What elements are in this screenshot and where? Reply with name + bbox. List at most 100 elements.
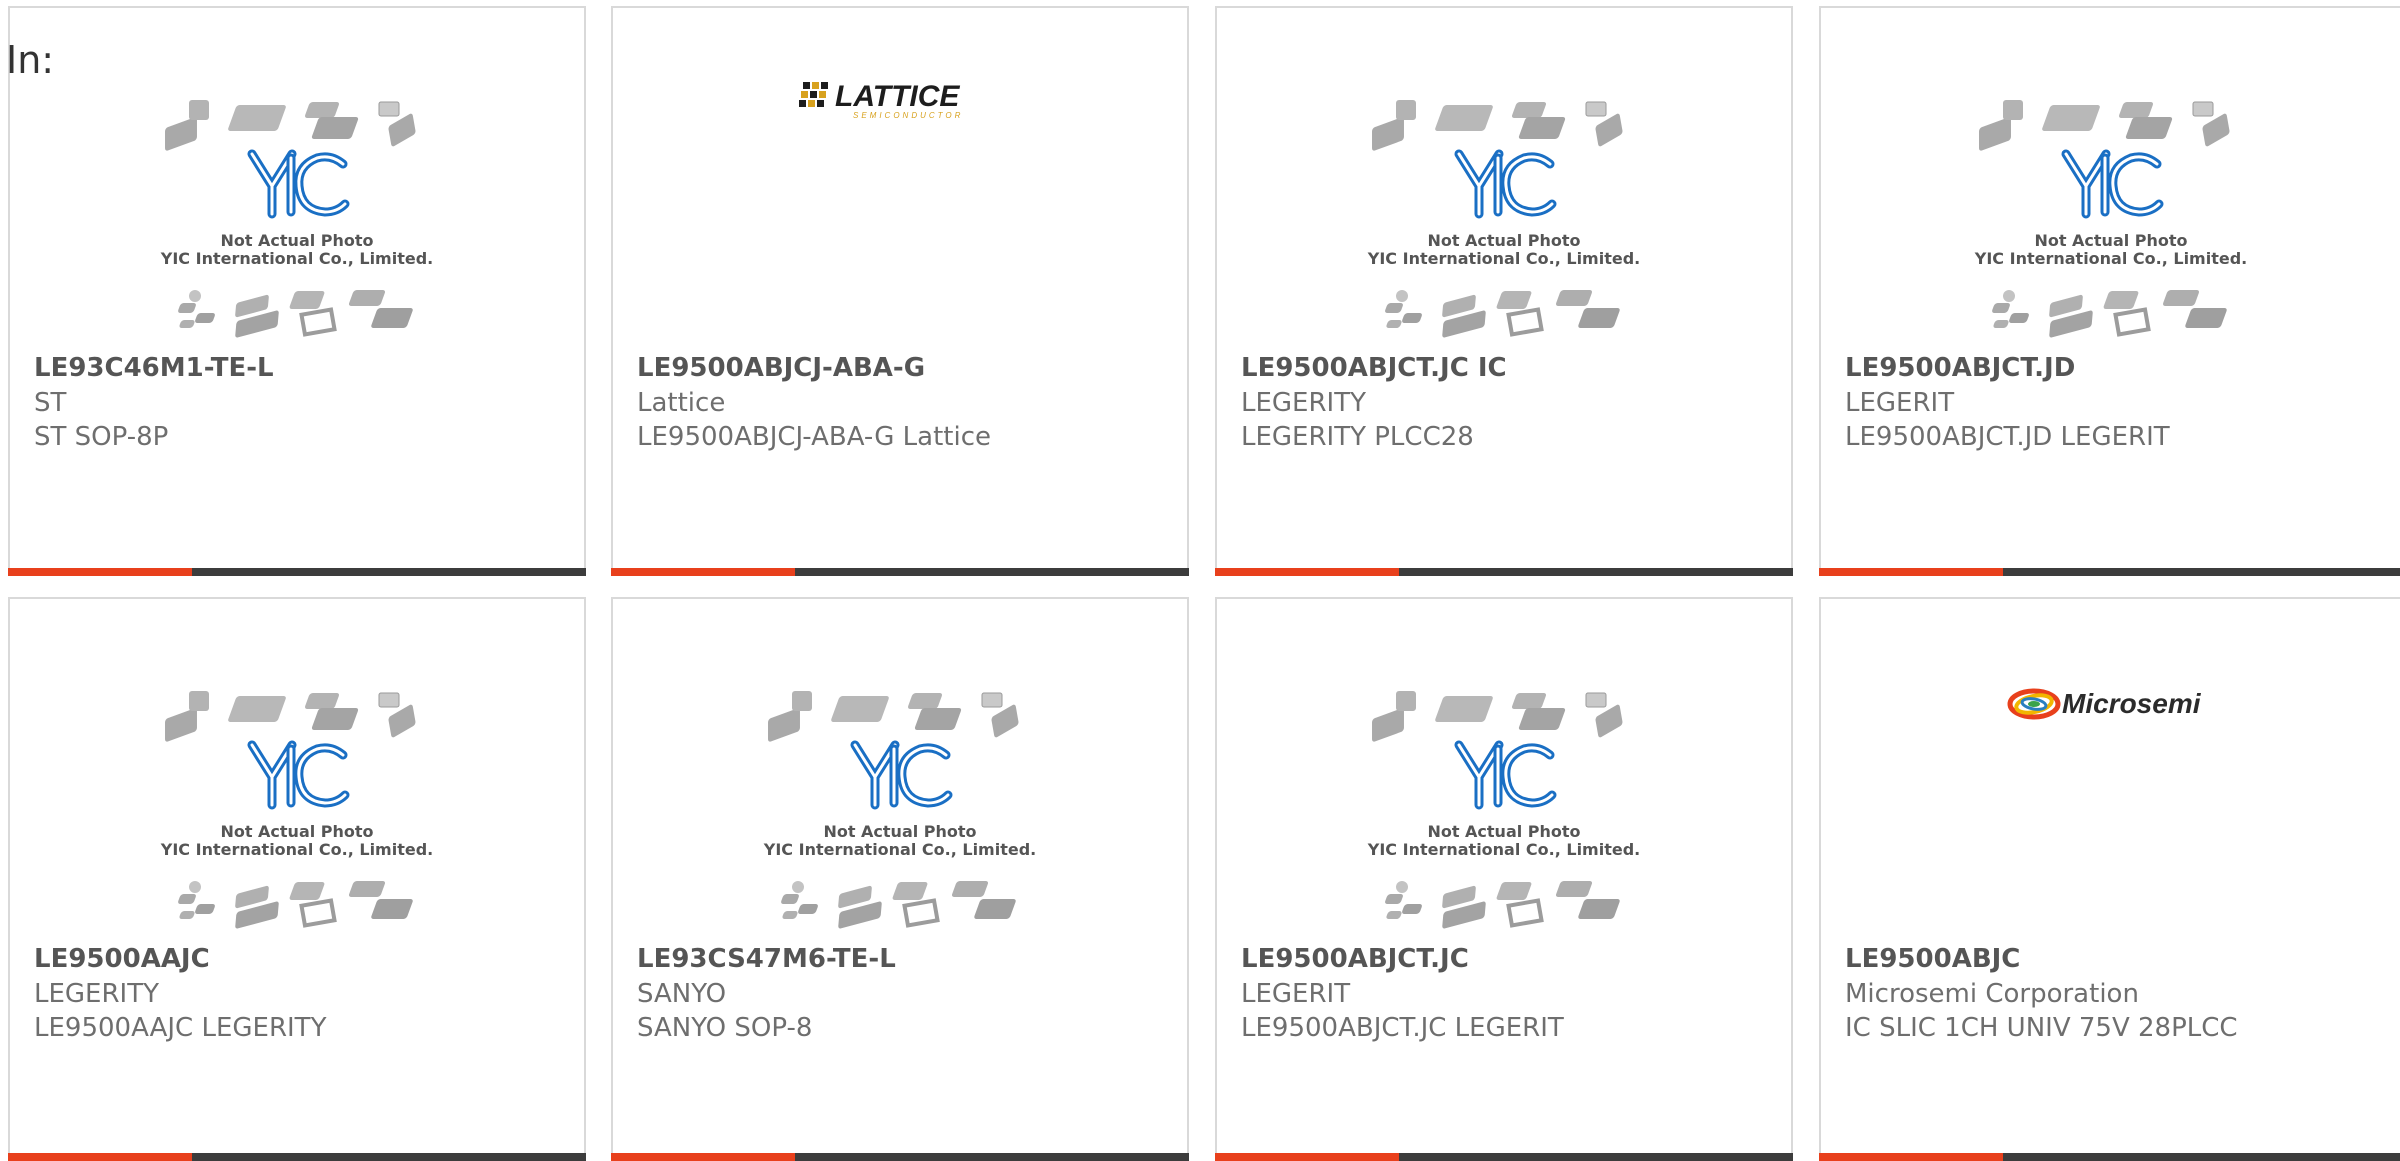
chip-icon [1396,290,1408,302]
not-actual-photo-graphic: Not Actual PhotoYIC International Co., L… [160,691,433,929]
chip-icon [798,904,818,914]
manufacturer: LEGERITY [1241,388,1366,418]
chip-icon [1578,899,1620,919]
photo-company-text: YIC International Co., Limited. [1973,249,2246,268]
chip-icon [304,693,340,709]
chip-icon [974,899,1016,919]
manufacturer: ST [34,388,67,418]
chip-icon [792,691,812,711]
product-card[interactable]: Not Actual Photo YIC International Co., L… [1215,6,1793,576]
part-number[interactable]: LE93C46M1-TE-L [34,353,274,383]
microsemi-swirl [2007,688,2060,720]
logo-square [821,82,828,89]
product-image-placeholder: Not Actual Photo YIC International Co., L… [613,687,1187,939]
chip-icon [2202,113,2229,147]
chip-icons-top [165,100,416,151]
chip-icon [831,696,889,722]
chip-icon [189,290,201,302]
chip-icon [388,704,416,738]
chip-icon [1518,117,1566,139]
part-number[interactable]: LE9500AAJC [34,944,210,974]
chip-icons-top [1372,100,1623,151]
chip-icon [1506,307,1544,337]
part-number[interactable]: LE9500ABJCJ-ABA-G [637,353,925,383]
chip-icons-bottom [178,881,413,929]
logo-square [817,100,824,107]
product-card[interactable]: Not Actual Photo YIC International Co., L… [1819,6,2400,576]
chip-icon [782,911,798,919]
product-image-placeholder: Not Actual Photo YIC International Co., L… [10,96,584,348]
chip-icon [304,102,340,118]
product-card[interactable]: Not Actual Photo YIC International Co., L… [8,597,586,1161]
part-number[interactable]: LE9500ABJCT.JD [1845,353,2075,383]
chip-icon [902,898,940,928]
not-actual-photo-graphic: Not Actual PhotoYIC International Co., L… [763,691,1036,929]
chip-icon [2002,290,2015,302]
logo-square [812,82,819,89]
chip-icon [1372,117,1404,151]
logo-square [808,100,815,107]
chip-icons-bottom [781,881,1016,929]
description: LE9500ABJCT.JD LEGERIT [1845,422,2170,452]
chip-icon [792,881,804,893]
chip-icon [195,904,215,914]
chip-icon [1386,320,1402,328]
photo-note-text: Not Actual Photo [2034,231,2187,250]
chip-icon [1978,117,2011,151]
photo-note-text: Not Actual Photo [220,231,373,250]
not-actual-photo-graphic: Not Actual PhotoYIC International Co., L… [160,100,433,338]
chip-icon [371,899,413,919]
chip-icon [2125,117,2172,139]
yic-logo [247,740,350,810]
chip-icon [179,320,195,328]
chip-icons-bottom [1991,290,2227,338]
photo-note-text: Not Actual Photo [823,822,976,841]
chip-icon [289,291,325,309]
yic-logo [247,149,350,219]
chip-icon [1396,881,1408,893]
chip-icon [1386,911,1402,919]
chip-icon [1396,691,1416,711]
card-accent-bar [1819,568,2003,576]
part-number[interactable]: LE9500ABJCT.JC [1241,944,1469,974]
chip-icon [1402,904,1422,914]
product-image-placeholder: Not Actual Photo YIC International Co., L… [1217,687,1791,939]
product-card[interactable]: Microsemi LE9500ABJC Microsemi Corporati… [1819,597,2400,1161]
chip-icons-top [768,691,1019,742]
chip-icon [2112,307,2151,337]
photo-note-text: Not Actual Photo [1427,822,1580,841]
chip-icon [2162,290,2199,306]
chip-icon [981,692,1003,708]
chip-icon [1595,704,1623,738]
part-number[interactable]: LE9500ABJC [1845,944,2020,974]
chip-icon [1506,898,1544,928]
card-accent-bar [8,1153,192,1161]
product-card[interactable]: Not Actual Photo YIC International Co., L… [1215,597,1793,1161]
chip-icon [1511,693,1547,709]
manufacturer: Microsemi Corporation [1845,979,2139,1009]
photo-company-text: YIC International Co., Limited. [160,840,433,859]
chip-icon [2118,102,2153,118]
lattice-logo-subtext: SEMICONDUCTOR [853,111,963,120]
chip-icon [371,308,413,328]
product-card[interactable]: Not Actual Photo YIC International Co., L… [611,597,1189,1161]
card-bottom-bar [1819,568,2400,576]
card-accent-bar [1215,568,1399,576]
card-bottom-bar [8,568,586,576]
part-number[interactable]: LE93CS47M6-TE-L [637,944,896,974]
chip-icon [189,691,209,711]
part-number[interactable]: LE9500ABJCT.JC IC [1241,353,1507,383]
description: LEGERITY PLCC28 [1241,422,1474,452]
chip-icon [195,313,215,323]
product-card[interactable]: LATTICE SEMICONDUCTOR LE9500ABJCJ-ABA-G L… [611,6,1189,576]
chip-icon [299,898,337,928]
yic-logo [2061,149,2163,219]
chip-icon [2192,101,2213,117]
swirl-core [2027,701,2040,707]
chip-icon [165,708,197,742]
chip-icon [189,881,201,893]
chip-icon [378,101,400,117]
product-card[interactable]: Not Actual Photo YIC International Co., L… [8,6,586,576]
chip-icon [348,290,386,306]
not-actual-photo-graphic: Not Actual PhotoYIC International Co., L… [1973,100,2247,338]
